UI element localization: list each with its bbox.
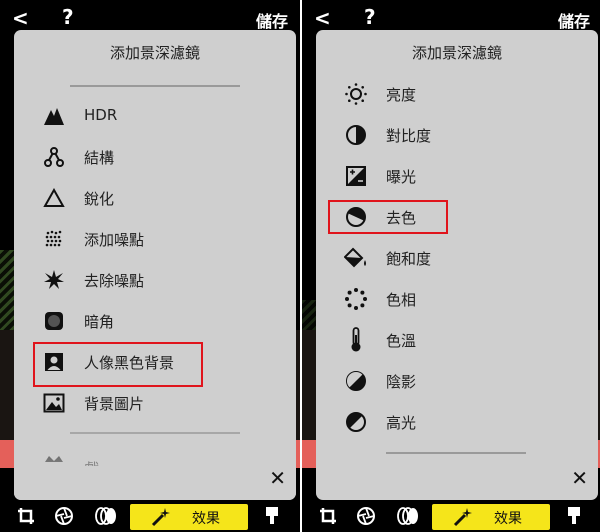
burst-icon <box>42 268 66 292</box>
aperture-icon[interactable] <box>52 504 76 528</box>
brush-icon[interactable] <box>562 504 586 528</box>
magic-wand-icon <box>150 507 172 531</box>
aperture-icon[interactable] <box>354 504 378 528</box>
brush-icon[interactable] <box>260 504 284 528</box>
highlight-box <box>33 342 203 387</box>
filter-label: 色相 <box>386 291 417 309</box>
hue-dots-icon <box>344 287 368 311</box>
filter-item-structure[interactable]: 結構 <box>14 137 296 177</box>
panel-title: 添加景深濾鏡 <box>411 44 502 62</box>
filter-item-background-image[interactable]: 背景圖片 <box>14 383 296 423</box>
filter-item-sharpen[interactable]: 銳化 <box>14 178 296 218</box>
crop-icon[interactable] <box>14 504 38 528</box>
filter-label: 陰影 <box>386 373 417 391</box>
effects-label: 效果 <box>494 511 522 527</box>
exposure-icon <box>344 164 368 188</box>
filter-label: 對比度 <box>386 127 432 145</box>
noise-dots-icon <box>42 227 66 251</box>
right-screen: < ? 儲存 添加景深濾鏡 亮度 對比度 曝光 去色 飽和度 色相 色溫 陰影 … <box>300 0 600 532</box>
filter-panel: 添加景深濾鏡 亮度 對比度 曝光 去色 飽和度 色相 色溫 陰影 高光 ✕ <box>316 30 598 500</box>
filter-label: 飽和度 <box>386 250 432 268</box>
filter-item-hue[interactable]: 色相 <box>316 279 598 319</box>
filter-label: 結構 <box>84 149 115 167</box>
magic-wand-icon <box>452 507 474 531</box>
effects-button[interactable]: 效果 <box>432 504 550 530</box>
filter-item-highlights[interactable]: 高光 <box>316 402 598 442</box>
save-button[interactable]: 儲存 <box>256 8 288 32</box>
back-button[interactable]: < <box>12 6 29 30</box>
triangle-icon <box>42 186 66 210</box>
filter-item-saturation[interactable]: 飽和度 <box>316 238 598 278</box>
paint-bucket-icon <box>344 246 368 270</box>
filter-label: 暗角 <box>84 313 115 331</box>
filter-panel: 添加景深濾鏡 HDR 結構 銳化 添加噪點 去除噪點 暗角 人像黑色背景 背景圖… <box>14 30 296 500</box>
crop-icon[interactable] <box>316 504 340 528</box>
shadow-icon <box>344 369 368 393</box>
filter-label: HDR <box>84 106 118 124</box>
filter-item-contrast[interactable]: 對比度 <box>316 115 598 155</box>
filter-label: 曝光 <box>386 168 417 186</box>
effects-label: 效果 <box>192 511 220 527</box>
highlight-icon <box>344 410 368 434</box>
layers-icon[interactable] <box>92 504 120 528</box>
divider <box>70 85 240 87</box>
contrast-icon <box>344 123 368 147</box>
help-button[interactable]: ? <box>364 5 376 29</box>
effects-button[interactable]: 效果 <box>130 504 248 530</box>
crown-icon <box>42 448 66 466</box>
filter-label: 去除噪點 <box>84 272 145 290</box>
filter-label: 戲 <box>84 458 99 466</box>
panel-title: 添加景深濾鏡 <box>109 44 200 62</box>
vignette-icon <box>42 309 66 333</box>
structure-icon <box>42 145 66 169</box>
filter-item-partial[interactable]: 戲 <box>14 442 296 466</box>
divider <box>386 452 526 454</box>
filter-label: 亮度 <box>386 86 417 104</box>
filter-label: 色溫 <box>386 332 417 350</box>
filter-item-exposure[interactable]: 曝光 <box>316 156 598 196</box>
filter-item-brightness[interactable]: 亮度 <box>316 74 598 114</box>
filter-label: 高光 <box>386 414 417 432</box>
filter-item-hdr[interactable]: HDR <box>14 96 296 136</box>
close-icon[interactable]: ✕ <box>571 466 588 490</box>
divider <box>70 432 240 434</box>
image-icon <box>42 391 66 415</box>
filter-item-shadows[interactable]: 陰影 <box>316 361 598 401</box>
filter-item-vignette[interactable]: 暗角 <box>14 301 296 341</box>
bottom-toolbar: 效果 <box>302 500 600 532</box>
bottom-toolbar: 效果 <box>0 500 300 532</box>
filter-label: 銳化 <box>84 190 115 208</box>
back-button[interactable]: < <box>314 6 331 30</box>
help-button[interactable]: ? <box>62 5 74 29</box>
filter-item-remove-noise[interactable]: 去除噪點 <box>14 260 296 300</box>
filter-label: 背景圖片 <box>84 395 145 413</box>
filter-label: 添加噪點 <box>84 231 145 249</box>
sun-icon <box>344 82 368 106</box>
mountain-icon <box>42 104 66 128</box>
filter-item-temperature[interactable]: 色溫 <box>316 320 598 360</box>
thermometer-icon <box>344 327 368 352</box>
filter-item-add-noise[interactable]: 添加噪點 <box>14 219 296 259</box>
highlight-box <box>328 200 448 234</box>
layers-icon[interactable] <box>394 504 422 528</box>
save-button[interactable]: 儲存 <box>558 8 590 32</box>
left-screen: < ? 儲存 添加景深濾鏡 HDR 結構 銳化 添加噪點 去除噪點 暗角 人像黑… <box>0 0 300 532</box>
close-icon[interactable]: ✕ <box>269 466 286 490</box>
